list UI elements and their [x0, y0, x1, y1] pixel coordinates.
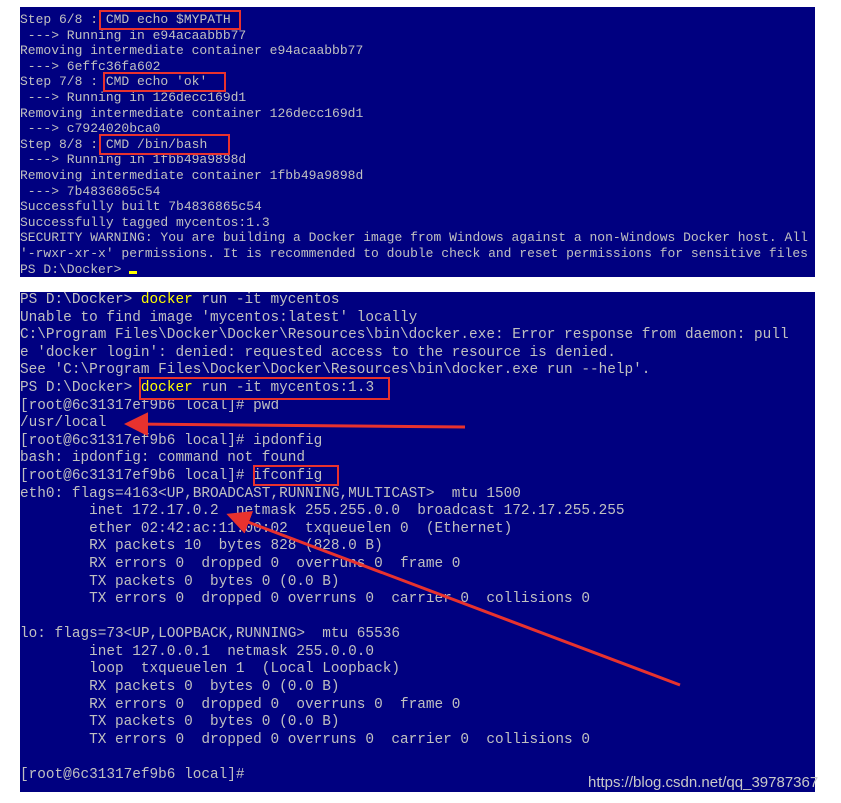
watermark: https://blog.csdn.net/qq_39787367 — [588, 774, 819, 791]
arrow-to-inet-address — [226, 511, 681, 687]
highlight-box-cmd-echo-mypath — [99, 10, 241, 30]
arrow-to-pwd-output — [124, 412, 466, 437]
highlight-box-cmd-echo-ok — [103, 72, 226, 92]
annotation-overlay — [99, 10, 681, 687]
highlight-box-cmd-bin-bash — [99, 134, 230, 155]
highlight-box-docker-run — [139, 377, 390, 400]
highlight-box-ifconfig — [253, 465, 339, 486]
